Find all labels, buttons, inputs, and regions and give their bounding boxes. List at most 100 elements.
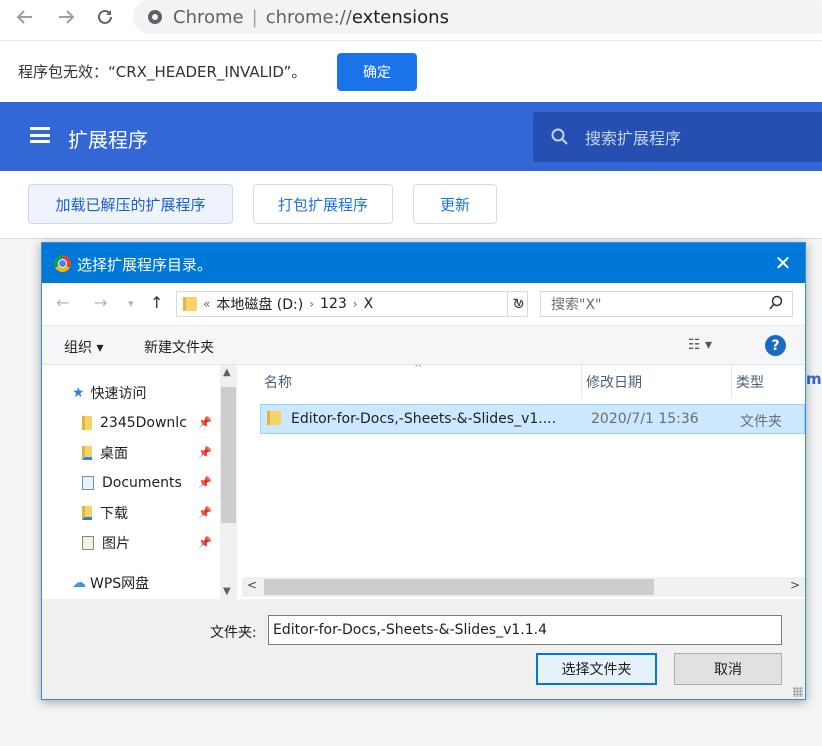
- folder-search-placeholder: 搜索"X": [551, 297, 602, 313]
- browser-toolbar: Chrome | chrome://extensions: [0, 0, 822, 34]
- omnibox-separator: |: [251, 6, 258, 28]
- breadcrumb-drive[interactable]: 本地磁盘 (D:): [216, 294, 303, 314]
- file-list: 名称 修改日期 类型 ^ Editor-for-Docs,-Sheets-&-S…: [260, 365, 805, 599]
- column-header-type[interactable]: 类型: [732, 365, 805, 398]
- search-icon: [551, 128, 568, 145]
- nav-item-2345downloads[interactable]: 2345Downlc 📌: [82, 409, 218, 437]
- folder-search-input[interactable]: 搜索"X": [540, 291, 793, 317]
- reload-button[interactable]: [92, 4, 118, 30]
- desktop-folder-icon: [82, 446, 92, 460]
- nav-label: WPS网盘: [90, 576, 150, 592]
- pack-extension-button[interactable]: 打包扩展程序: [253, 184, 393, 224]
- search-placeholder: 搜索扩展程序: [585, 129, 682, 148]
- error-bar: 程序包无效：“CRX_HEADER_INVALID”。 确定: [0, 40, 822, 102]
- column-name-label: 名称: [264, 374, 292, 391]
- nav-item-documents[interactable]: Documents 📌: [82, 469, 218, 497]
- recent-dropdown-icon[interactable]: ▾: [128, 297, 134, 310]
- star-icon: ★: [72, 385, 85, 401]
- extensions-header: 扩展程序 搜索扩展程序: [0, 102, 822, 171]
- forward-button[interactable]: [53, 4, 79, 30]
- nav-label: 桌面: [100, 446, 128, 462]
- folder-icon: [183, 297, 197, 311]
- select-folder-button[interactable]: 选择文件夹: [536, 653, 657, 685]
- sort-ascending-icon: ^: [414, 365, 423, 374]
- breadcrumb-folder[interactable]: 123: [320, 296, 347, 312]
- folder-field-label: 文件夹:: [210, 625, 257, 641]
- pin-icon: 📌: [198, 416, 212, 429]
- breadcrumb-current[interactable]: X: [364, 296, 374, 312]
- folder-icon: [267, 411, 281, 425]
- file-name-cell: Editor-for-Docs,-Sheets-&-Slides_v1....: [267, 411, 556, 427]
- arrow-right-icon: [59, 10, 75, 24]
- command-bar: 组织 ▾ 新建文件夹 ☷ ▾ ?: [42, 325, 805, 365]
- resize-grip-icon[interactable]: [793, 687, 803, 697]
- file-name: Editor-for-Docs,-Sheets-&-Slides_v1....: [291, 411, 557, 427]
- breadcrumb-chevrons: «: [203, 297, 211, 311]
- horizontal-scrollbar[interactable]: < >: [242, 577, 805, 597]
- folder-picker-dialog: 选择扩展程序目录。 ✕ ← → ▾ ↑ « 本地磁盘 (D:) › 123 › …: [41, 242, 806, 700]
- dialog-titlebar: 选择扩展程序目录。 ✕: [42, 243, 805, 283]
- path-breadcrumb[interactable]: « 本地磁盘 (D:) › 123 › X ∨: [176, 291, 528, 317]
- scrollbar-thumb[interactable]: [264, 579, 654, 595]
- error-message: 程序包无效：“CRX_HEADER_INVALID”。: [18, 63, 307, 81]
- close-icon[interactable]: ✕: [769, 249, 797, 277]
- nav-scrollbar[interactable]: ▲ ▼: [220, 365, 237, 599]
- nav-item-quick-access[interactable]: ★ 快速访问: [72, 379, 238, 407]
- chevron-right-icon: ›: [309, 297, 315, 311]
- chevron-right-icon: ›: [352, 297, 358, 311]
- scroll-down-icon[interactable]: ▼: [223, 586, 231, 597]
- partial-text: m: [806, 370, 822, 388]
- back-button[interactable]: [12, 4, 38, 30]
- extensions-search[interactable]: 搜索扩展程序: [533, 112, 822, 162]
- dialog-title: 选择扩展程序目录。: [77, 256, 213, 274]
- developer-toolbar: 加载已解压的扩展程序 打包扩展程序 更新: [0, 171, 822, 239]
- pictures-folder-icon: [82, 536, 94, 550]
- nav-item-downloads[interactable]: 下载 📌: [82, 499, 218, 527]
- hamburger-menu-icon[interactable]: [30, 127, 50, 143]
- nav-label: 快速访问: [90, 386, 147, 402]
- pin-icon: 📌: [198, 476, 212, 489]
- reload-icon: [98, 9, 112, 24]
- up-arrow-icon[interactable]: ↑: [150, 293, 163, 312]
- pin-icon: 📌: [198, 506, 212, 519]
- file-type: 文件夹: [740, 414, 782, 430]
- scroll-left-icon[interactable]: <: [247, 578, 257, 592]
- ok-button[interactable]: 确定: [337, 53, 417, 91]
- dialog-footer: 文件夹: Editor-for-Docs,-Sheets-&-Slides_v1…: [42, 599, 805, 699]
- update-button[interactable]: 更新: [413, 184, 497, 224]
- load-unpacked-button[interactable]: 加载已解压的扩展程序: [28, 184, 233, 224]
- cancel-button[interactable]: 取消: [674, 653, 782, 685]
- column-header-modified[interactable]: 修改日期: [582, 365, 732, 398]
- nav-label: 图片: [102, 536, 130, 552]
- navigation-pane: ★ 快速访问 2345Downlc 📌 桌面 📌 Documents 📌 下载 …: [42, 365, 238, 599]
- pin-icon: 📌: [198, 446, 212, 459]
- new-folder-button[interactable]: 新建文件夹: [144, 337, 214, 357]
- view-options-icon[interactable]: ☷ ▾: [688, 337, 712, 353]
- organize-menu[interactable]: 组织 ▾: [64, 337, 103, 357]
- refresh-icon[interactable]: ↻: [507, 291, 529, 317]
- nav-item-pictures[interactable]: 图片 📌: [82, 529, 218, 557]
- nav-label: 下载: [100, 506, 128, 522]
- cloud-icon: ☁: [72, 575, 86, 591]
- chrome-icon: [54, 255, 71, 272]
- chrome-logo-icon: [148, 10, 162, 24]
- file-modified: 2020/7/1 15:36: [591, 411, 699, 427]
- table-row[interactable]: Editor-for-Docs,-Sheets-&-Slides_v1.... …: [260, 404, 805, 434]
- nav-item-wps-cloud[interactable]: ☁ WPS网盘: [72, 569, 238, 597]
- forward-arrow-icon[interactable]: →: [94, 293, 107, 312]
- documents-icon: [82, 476, 94, 490]
- folder-name-input[interactable]: Editor-for-Docs,-Sheets-&-Slides_v1.1.4: [268, 615, 782, 645]
- arrow-left-icon: [16, 10, 32, 24]
- nav-label: 2345Downlc: [100, 415, 187, 431]
- url-host: extensions: [351, 6, 449, 28]
- page-title: 扩展程序: [68, 128, 148, 152]
- address-bar[interactable]: Chrome | chrome://extensions: [133, 0, 822, 34]
- column-modified-label: 修改日期: [586, 374, 642, 391]
- back-arrow-icon[interactable]: ←: [56, 293, 69, 312]
- scrollbar-thumb[interactable]: [221, 387, 236, 523]
- scroll-up-icon[interactable]: ▲: [223, 367, 231, 378]
- address-row: ← → ▾ ↑ « 本地磁盘 (D:) › 123 › X ∨ ↻ 搜索"X": [42, 283, 805, 325]
- help-icon[interactable]: ?: [765, 335, 786, 356]
- scroll-right-icon[interactable]: >: [790, 578, 800, 592]
- nav-item-desktop[interactable]: 桌面 📌: [82, 439, 218, 467]
